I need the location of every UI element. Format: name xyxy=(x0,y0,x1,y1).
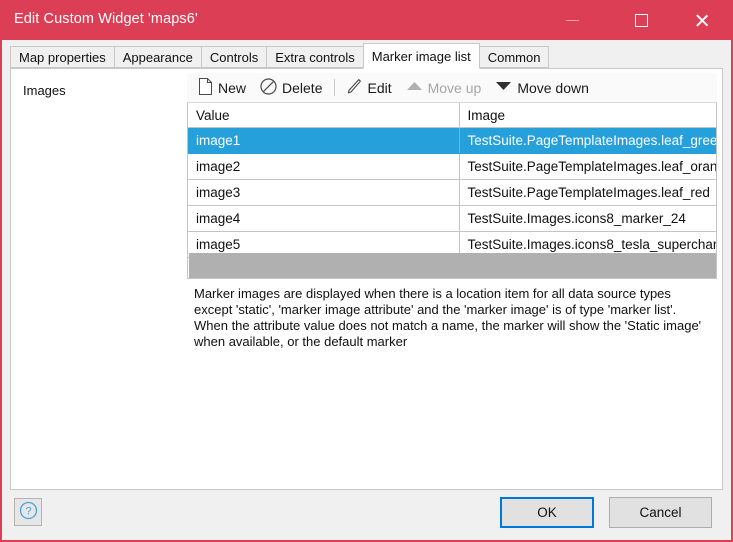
move-down-button[interactable]: Move down xyxy=(491,76,593,100)
table-row[interactable]: image1 TestSuite.PageTemplateImages.leaf… xyxy=(188,127,716,154)
move-up-button-label: Move up xyxy=(427,79,482,96)
cell-value[interactable]: image4 xyxy=(188,205,460,232)
tab-marker-image-list[interactable]: Marker image list xyxy=(362,43,480,69)
delete-button-label: Delete xyxy=(282,79,323,96)
column-header-value[interactable]: Value xyxy=(188,103,460,128)
cell-image[interactable]: TestSuite.Images.icons8_marker_24 xyxy=(459,205,716,232)
triangle-up-icon xyxy=(406,79,423,96)
close-icon xyxy=(695,13,710,28)
cell-value[interactable]: image3 xyxy=(188,179,460,206)
column-header-image[interactable]: Image xyxy=(459,103,716,128)
tab-map-properties[interactable]: Map properties xyxy=(10,46,115,68)
tab-appearance[interactable]: Appearance xyxy=(113,46,202,68)
cell-image[interactable]: TestSuite.PageTemplateImages.leaf_oran xyxy=(459,153,716,180)
toolbar-separator xyxy=(334,79,336,96)
edit-button[interactable]: Edit xyxy=(342,76,395,100)
table-row[interactable]: image2 TestSuite.PageTemplateImages.leaf… xyxy=(188,153,716,180)
delete-button[interactable]: Delete xyxy=(256,76,326,100)
description-line: Marker images are displayed when there i… xyxy=(194,286,671,301)
table-header-row: Value Image xyxy=(188,103,716,128)
help-icon: ? xyxy=(19,501,38,523)
images-table[interactable]: Value Image image1 TestSuite.PageTemplat… xyxy=(187,103,717,279)
ok-button-label: OK xyxy=(537,505,557,520)
cell-image[interactable]: TestSuite.PageTemplateImages.leaf_red xyxy=(459,179,716,206)
edit-button-label: Edit xyxy=(367,79,392,96)
window-title: Edit Custom Widget 'maps6' xyxy=(14,11,198,27)
tab-common[interactable]: Common xyxy=(478,46,550,68)
triangle-down-icon xyxy=(495,79,512,96)
table-row[interactable]: image4 TestSuite.Images.icons8_marker_24 xyxy=(188,205,716,232)
tab-extra-controls[interactable]: Extra controls xyxy=(266,46,364,68)
cell-image[interactable]: TestSuite.PageTemplateImages.leaf_green xyxy=(459,127,716,154)
dialog-window: Edit Custom Widget 'maps6' Map propertie… xyxy=(0,0,733,542)
minimize-icon xyxy=(565,19,579,21)
table-row[interactable]: image3 TestSuite.PageTemplateImages.leaf… xyxy=(188,179,716,206)
cancel-button[interactable]: Cancel xyxy=(609,497,712,528)
title-bar: Edit Custom Widget 'maps6' xyxy=(0,0,733,40)
move-down-button-label: Move down xyxy=(517,79,589,96)
images-label: Images xyxy=(23,83,66,98)
tab-bar: Map properties Appearance Controls Extra… xyxy=(10,43,550,69)
ok-button[interactable]: OK xyxy=(500,497,594,528)
minimize-button[interactable] xyxy=(549,0,595,40)
cell-value[interactable]: image2 xyxy=(188,153,460,180)
table-empty-area xyxy=(189,253,716,278)
pencil-edit-icon xyxy=(346,78,362,98)
delete-prohibition-icon xyxy=(260,77,277,98)
new-button-label: New xyxy=(218,79,247,96)
new-button[interactable]: New xyxy=(194,76,250,100)
new-document-icon xyxy=(198,77,213,98)
grid-toolbar: New Delete Edit Move up Move down xyxy=(187,73,717,103)
maximize-button[interactable] xyxy=(618,0,664,40)
svg-text:?: ? xyxy=(25,506,31,518)
tab-controls[interactable]: Controls xyxy=(200,46,268,68)
help-button[interactable]: ? xyxy=(14,498,42,526)
description-line: When the attribute value does not match … xyxy=(194,318,702,333)
description-text: Marker images are displayed when there i… xyxy=(194,286,714,350)
images-grid-block: New Delete Edit Move up Move down Value … xyxy=(187,73,717,279)
move-up-button[interactable]: Move up xyxy=(402,76,486,100)
cell-value[interactable]: image1 xyxy=(188,127,460,154)
description-line: except 'static', 'marker image attribute… xyxy=(194,302,677,317)
tab-content-panel: Images New Delete Edit Move up Move down… xyxy=(10,68,723,490)
description-line: when available, or the default marker xyxy=(194,334,408,349)
maximize-icon xyxy=(634,13,648,27)
close-button[interactable] xyxy=(679,0,725,40)
cancel-button-label: Cancel xyxy=(639,505,682,520)
